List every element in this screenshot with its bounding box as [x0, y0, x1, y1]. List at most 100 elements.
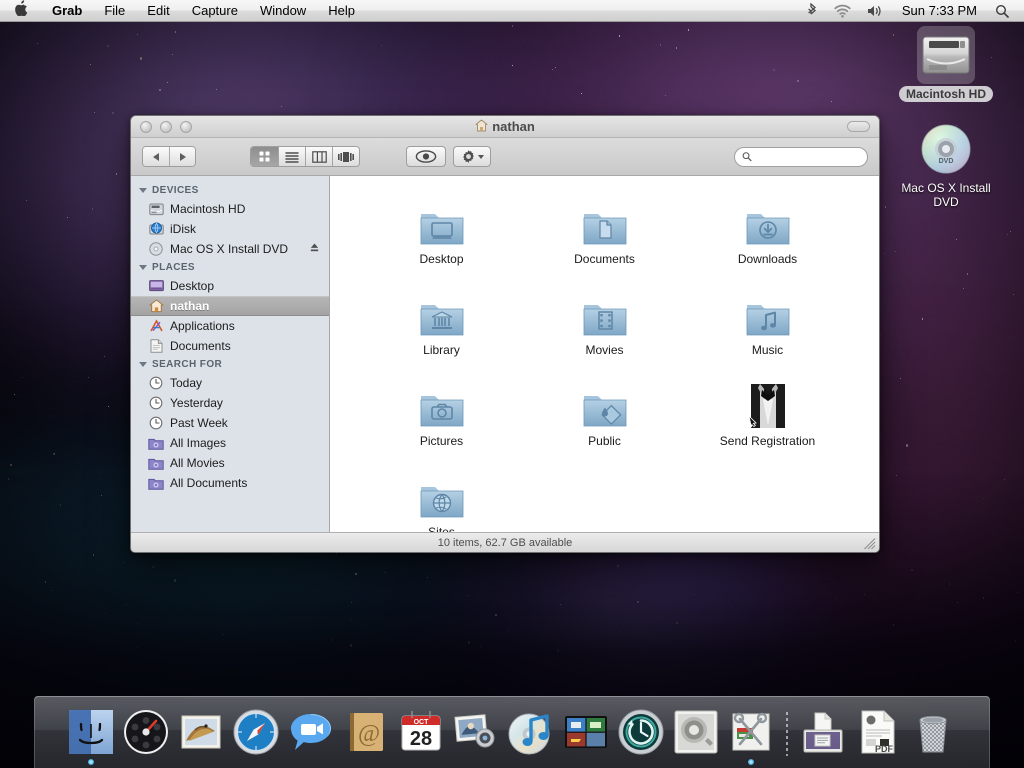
dock-item-iphoto[interactable] — [450, 706, 502, 758]
sidebar-item-label: Desktop — [170, 279, 214, 293]
dock-item-spaces[interactable] — [560, 706, 612, 758]
sidebar-item-macintosh-hd[interactable]: Macintosh HD — [131, 199, 329, 219]
dock-item-pdf-document[interactable]: PDF — [852, 706, 904, 758]
dock-item-system-preferences[interactable] — [670, 706, 722, 758]
file-item-label: Music — [686, 343, 849, 357]
file-item-downloads[interactable]: Downloads — [686, 194, 849, 285]
disclosure-triangle-icon[interactable] — [139, 188, 147, 193]
quick-look-button[interactable] — [406, 146, 446, 167]
folder-downloads-icon — [686, 194, 849, 248]
sidebar-section-devices-header[interactable]: DEVICES — [131, 182, 329, 199]
finder-window[interactable]: nathan — [130, 115, 880, 553]
dock-item-mail[interactable] — [175, 706, 227, 758]
disclosure-triangle-icon[interactable] — [139, 362, 147, 367]
file-item-desktop[interactable]: Desktop — [360, 194, 523, 285]
disclosure-triangle-icon[interactable] — [139, 265, 147, 270]
pdf-document-icon: PDF — [854, 708, 902, 756]
sidebar-item-nathan[interactable]: nathan — [131, 296, 329, 316]
coverflow-view-button[interactable] — [332, 147, 359, 166]
dock-item-safari[interactable] — [230, 706, 282, 758]
svg-text:PDF: PDF — [875, 744, 894, 754]
spotlight-search-icon[interactable] — [988, 0, 1016, 22]
sidebar-item-past-week[interactable]: Past Week — [131, 413, 329, 433]
menu-item-file[interactable]: File — [93, 0, 136, 22]
menu-item-edit[interactable]: Edit — [136, 0, 180, 22]
file-item-public[interactable]: Public — [523, 376, 686, 467]
wifi-icon[interactable] — [827, 0, 858, 22]
dock-item-itunes[interactable] — [505, 706, 557, 758]
sidebar-item-all-documents[interactable]: All Documents — [131, 473, 329, 493]
system-preferences-icon — [672, 708, 720, 756]
close-button[interactable] — [140, 121, 152, 133]
file-item-documents[interactable]: Documents — [523, 194, 686, 285]
sidebar-section-places-header[interactable]: PLACES — [131, 259, 329, 276]
file-item-sites[interactable]: Sites — [360, 467, 523, 532]
time-machine-icon — [617, 708, 665, 756]
menu-item-capture[interactable]: Capture — [181, 0, 249, 22]
search-field[interactable] — [734, 147, 868, 167]
icon-view-button[interactable] — [251, 147, 278, 166]
file-item-label: Send Registration — [686, 434, 849, 448]
file-item-library[interactable]: Library — [360, 285, 523, 376]
list-view-button[interactable] — [278, 147, 305, 166]
finder-sidebar: DEVICES Macintosh HD iDisk Mac OS X Inst… — [131, 176, 330, 532]
clock-icon — [148, 395, 164, 411]
eject-icon[interactable] — [309, 242, 320, 256]
forward-button[interactable] — [169, 147, 195, 166]
window-titlebar[interactable]: nathan — [131, 116, 879, 138]
file-item-pictures[interactable]: Pictures — [360, 376, 523, 467]
sidebar-item-idisk[interactable]: iDisk — [131, 219, 329, 239]
menu-clock[interactable]: Sun 7:33 PM — [893, 0, 986, 22]
file-item-label: Sites — [360, 525, 523, 532]
dock-item-trash[interactable] — [907, 706, 959, 758]
sidebar-item-applications[interactable]: Applications — [131, 316, 329, 336]
finder-icon-view[interactable]: Desktop Documents — [330, 176, 879, 532]
folder-documents-icon — [523, 194, 686, 248]
toolbar-toggle-button[interactable] — [847, 121, 870, 132]
desktop-icon-install-dvd[interactable]: DVD Mac OS X Install DVD — [890, 120, 1002, 210]
column-view-button[interactable] — [305, 147, 332, 166]
apple-icon[interactable] — [0, 0, 41, 22]
file-item-movies[interactable]: Movies — [523, 285, 686, 376]
disc-icon — [148, 241, 164, 257]
sidebar-item-yesterday[interactable]: Yesterday — [131, 393, 329, 413]
sidebar-item-desktop[interactable]: Desktop — [131, 276, 329, 296]
hard-drive-icon — [148, 201, 164, 217]
file-item-send-registration[interactable]: Send Registration — [686, 376, 849, 467]
desktop-icon-macintosh-hd[interactable]: Macintosh HD — [890, 26, 1002, 102]
zoom-button[interactable] — [180, 121, 192, 133]
volume-icon[interactable] — [860, 0, 891, 22]
menu-item-help[interactable]: Help — [317, 0, 366, 22]
minimize-button[interactable] — [160, 121, 172, 133]
dock-item-grab[interactable] — [725, 706, 777, 758]
sidebar-item-all-movies[interactable]: All Movies — [131, 453, 329, 473]
sidebar-item-documents[interactable]: Documents — [131, 336, 329, 356]
sidebar-item-all-images[interactable]: All Images — [131, 433, 329, 453]
bluetooth-icon[interactable] — [801, 0, 825, 22]
dock-item-dashboard[interactable] — [120, 706, 172, 758]
sidebar-item-today[interactable]: Today — [131, 373, 329, 393]
dock-item-address-book[interactable]: @ — [340, 706, 392, 758]
resize-grip[interactable] — [863, 537, 876, 550]
dock-item-ichat[interactable] — [285, 706, 337, 758]
sidebar-section-label: PLACES — [152, 262, 195, 273]
back-button[interactable] — [143, 147, 169, 166]
folder-public-icon — [523, 376, 686, 430]
sidebar-section-search-for-header[interactable]: SEARCH FOR — [131, 356, 329, 373]
sidebar-item-install-dvd[interactable]: Mac OS X Install DVD — [131, 239, 329, 259]
folder-desktop-icon — [360, 194, 523, 248]
clock-icon — [148, 415, 164, 431]
dock-item-documents-stack[interactable] — [797, 706, 849, 758]
file-item-music[interactable]: Music — [686, 285, 849, 376]
menu-item-window[interactable]: Window — [249, 0, 317, 22]
action-menu-button[interactable] — [453, 146, 491, 167]
folder-pictures-icon — [360, 376, 523, 430]
dock-item-finder[interactable] — [65, 706, 117, 758]
folder-movies-icon — [523, 285, 686, 339]
dock-item-ical[interactable]: OCT 28 — [395, 706, 447, 758]
applications-icon — [148, 318, 164, 334]
menu-app-name[interactable]: Grab — [41, 0, 93, 22]
dvd-disc-icon: DVD — [890, 120, 1002, 178]
dock-item-time-machine[interactable] — [615, 706, 667, 758]
search-input[interactable] — [756, 151, 860, 163]
